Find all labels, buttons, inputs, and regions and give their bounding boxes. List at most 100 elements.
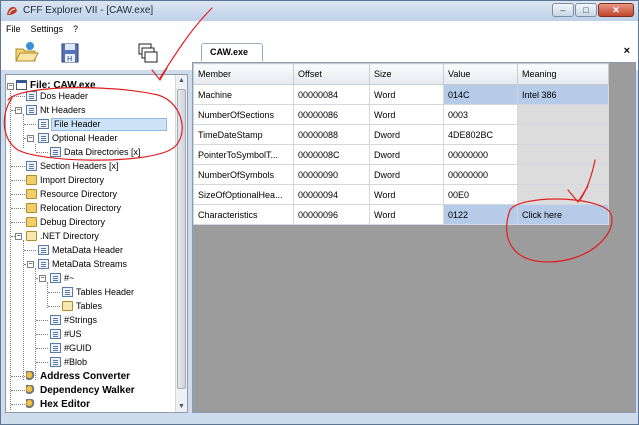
column-header-member[interactable]: Member bbox=[193, 63, 294, 85]
tree-item-import-directory[interactable]: Import Directory bbox=[6, 174, 166, 187]
tree-item-dependency-walker[interactable]: Dependency Walker bbox=[6, 384, 166, 397]
scroll-up-icon[interactable]: ▲ bbox=[178, 77, 185, 84]
cell-member[interactable]: Machine bbox=[193, 84, 294, 105]
cell-offset[interactable]: 00000088 bbox=[293, 124, 370, 145]
cell-size[interactable]: Word bbox=[369, 104, 444, 125]
minimize-button[interactable]: – bbox=[552, 3, 574, 17]
tree-item-strings-stream[interactable]: #Strings bbox=[6, 314, 166, 327]
title-bar[interactable]: CFF Explorer VII - [CAW.exe] – □ ✕ bbox=[1, 1, 638, 21]
column-header-offset[interactable]: Offset bbox=[293, 63, 370, 85]
cell-value[interactable]: 0122 bbox=[443, 204, 518, 225]
tree-item-net-directory[interactable]: − .NET Directory bbox=[6, 230, 166, 243]
cell-member[interactable]: PointerToSymbolT... bbox=[193, 144, 294, 165]
cell-meaning bbox=[517, 104, 609, 125]
scrollbar-thumb[interactable] bbox=[177, 89, 186, 389]
cell-offset[interactable]: 00000086 bbox=[293, 104, 370, 125]
save-disk-icon[interactable]: H bbox=[57, 40, 83, 66]
cell-offset[interactable]: 00000094 bbox=[293, 184, 370, 205]
tree-item-tables-header[interactable]: Tables Header bbox=[6, 286, 166, 299]
tool-icon bbox=[26, 399, 37, 409]
cell-member[interactable]: NumberOfSections bbox=[193, 104, 294, 125]
table-row[interactable]: NumberOfSymbols 00000090 Dword 00000000 bbox=[193, 164, 609, 185]
tree-pane: − File: CAW.exe Dos Header − Nt Headers … bbox=[5, 74, 188, 413]
collapse-toggle-icon[interactable]: − bbox=[39, 275, 46, 282]
tree-item-dos-header[interactable]: Dos Header bbox=[6, 90, 166, 103]
document-icon bbox=[50, 329, 61, 339]
document-icon bbox=[26, 105, 37, 115]
cell-value[interactable]: 4DE802BC bbox=[443, 124, 518, 145]
open-folder-icon[interactable] bbox=[13, 40, 39, 66]
document-icon bbox=[38, 259, 49, 269]
tree-item-data-directories[interactable]: Data Directories [x] bbox=[6, 146, 166, 159]
cell-value[interactable]: 0003 bbox=[443, 104, 518, 125]
tree-item-guid-stream[interactable]: #GUID bbox=[6, 342, 166, 355]
scroll-down-icon[interactable]: ▼ bbox=[178, 403, 185, 410]
window-controls: – □ ✕ bbox=[551, 3, 634, 19]
tree-item-hex-editor[interactable]: Hex Editor bbox=[6, 398, 166, 411]
tree-item-metadata-header[interactable]: MetaData Header bbox=[6, 244, 166, 257]
table-row[interactable]: TimeDateStamp 00000088 Dword 4DE802BC bbox=[193, 124, 609, 145]
collapse-toggle-icon[interactable]: − bbox=[7, 83, 14, 90]
document-icon bbox=[26, 161, 37, 171]
menu-settings[interactable]: Settings bbox=[26, 24, 69, 34]
cell-value[interactable]: 014C bbox=[443, 84, 518, 105]
cell-value[interactable]: 00E0 bbox=[443, 184, 518, 205]
tree-scrollbar[interactable]: ▲ ▼ bbox=[175, 75, 187, 412]
cell-size[interactable]: Dword bbox=[369, 164, 444, 185]
tab-close-icon[interactable]: × bbox=[624, 45, 630, 57]
cell-member[interactable]: Characteristics bbox=[193, 204, 294, 225]
cell-member[interactable]: TimeDateStamp bbox=[193, 124, 294, 145]
cell-offset[interactable]: 00000096 bbox=[293, 204, 370, 225]
menu-file[interactable]: File bbox=[1, 24, 26, 34]
windows-icon[interactable] bbox=[135, 40, 161, 66]
collapse-toggle-icon[interactable]: − bbox=[15, 233, 22, 240]
tree-item-file-header[interactable]: File Header bbox=[6, 118, 167, 131]
collapse-toggle-icon[interactable]: − bbox=[15, 107, 22, 114]
tree-item-nt-headers[interactable]: − Nt Headers bbox=[6, 104, 166, 117]
collapse-toggle-icon[interactable]: − bbox=[27, 135, 34, 142]
cell-size[interactable]: Dword bbox=[369, 124, 444, 145]
table-row[interactable]: SizeOfOptionalHea... 00000094 Word 00E0 bbox=[193, 184, 609, 205]
cell-size[interactable]: Word bbox=[369, 184, 444, 205]
tree-item-address-converter[interactable]: Address Converter bbox=[6, 370, 166, 383]
table-row[interactable]: NumberOfSections 00000086 Word 0003 bbox=[193, 104, 609, 125]
cell-size[interactable]: Word bbox=[369, 84, 444, 105]
tab-caw-exe[interactable]: CAW.exe bbox=[201, 43, 263, 61]
tree-item-metadata-streams[interactable]: − MetaData Streams bbox=[6, 258, 166, 271]
tree-item-blob-stream[interactable]: #Blob bbox=[6, 356, 166, 369]
tree-item-us-stream[interactable]: #US bbox=[6, 328, 166, 341]
cell-size[interactable]: Dword bbox=[369, 144, 444, 165]
cell-offset[interactable]: 00000090 bbox=[293, 164, 370, 185]
tree-item-relocation-directory[interactable]: Relocation Directory bbox=[6, 202, 166, 215]
table-row[interactable]: Characteristics 00000096 Word 0122 Click… bbox=[193, 204, 609, 225]
tree-item-debug-directory[interactable]: Debug Directory bbox=[6, 216, 166, 229]
cell-meaning[interactable]: Intel 386 bbox=[517, 84, 609, 105]
table-row[interactable]: Machine 00000084 Word 014C Intel 386 bbox=[193, 84, 609, 105]
cell-value[interactable]: 00000000 bbox=[443, 144, 518, 165]
collapse-toggle-icon[interactable]: − bbox=[27, 261, 34, 268]
close-button[interactable]: ✕ bbox=[598, 3, 634, 17]
grid-header-row: Member Offset Size Value Meaning bbox=[193, 63, 609, 85]
cell-member[interactable]: SizeOfOptionalHea... bbox=[193, 184, 294, 205]
click-here-link[interactable]: Click here bbox=[517, 204, 609, 225]
folder-icon bbox=[26, 189, 37, 199]
cell-member[interactable]: NumberOfSymbols bbox=[193, 164, 294, 185]
cell-size[interactable]: Word bbox=[369, 204, 444, 225]
menu-help[interactable]: ? bbox=[68, 24, 83, 34]
column-header-size[interactable]: Size bbox=[369, 63, 444, 85]
cell-offset[interactable]: 0000008C bbox=[293, 144, 370, 165]
column-header-value[interactable]: Value bbox=[443, 63, 518, 85]
tree-item-optional-header[interactable]: − Optional Header bbox=[6, 132, 166, 145]
maximize-button[interactable]: □ bbox=[575, 3, 597, 17]
tree-item-section-headers[interactable]: Section Headers [x] bbox=[6, 160, 166, 173]
tree-item-resource-directory[interactable]: Resource Directory bbox=[6, 188, 166, 201]
tree-item-stream-tilde[interactable]: − #~ bbox=[6, 272, 166, 285]
column-header-meaning[interactable]: Meaning bbox=[517, 63, 609, 85]
tool-icon bbox=[26, 385, 37, 395]
document-icon bbox=[38, 245, 49, 255]
cell-value[interactable]: 00000000 bbox=[443, 164, 518, 185]
cell-meaning bbox=[517, 184, 609, 205]
cell-offset[interactable]: 00000084 bbox=[293, 84, 370, 105]
table-row[interactable]: PointerToSymbolT... 0000008C Dword 00000… bbox=[193, 144, 609, 165]
tree-item-tables[interactable]: Tables bbox=[6, 300, 166, 313]
